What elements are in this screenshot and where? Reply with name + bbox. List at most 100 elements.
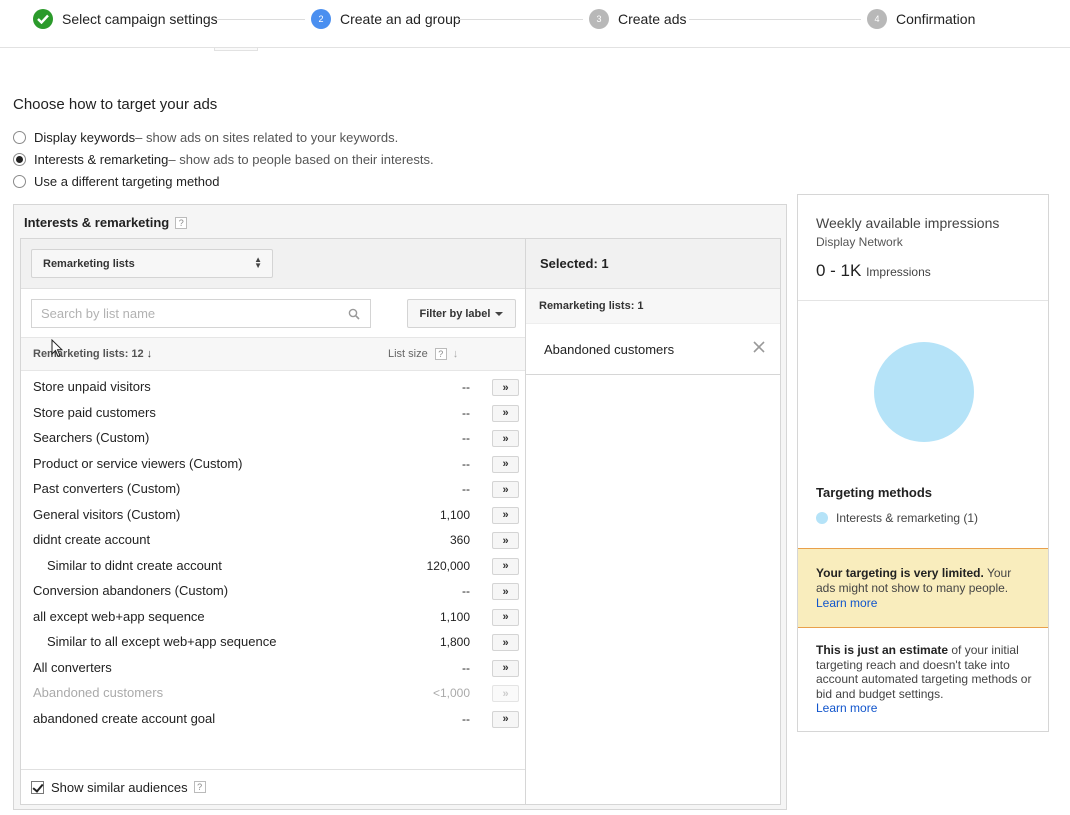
list-size: 1,100 — [439, 507, 470, 522]
limited-targeting-warning: Your targeting is very limited. Your ads… — [798, 548, 1048, 628]
list-name: All converters — [33, 659, 112, 675]
add-button[interactable]: » — [492, 506, 519, 524]
checkmark-icon — [33, 9, 53, 29]
list-row: Past converters (Custom) -- » — [21, 476, 525, 502]
step-create-ads[interactable]: 3 Create ads — [589, 9, 686, 29]
list-size: 1,800 — [439, 635, 470, 649]
list-column-header: Remarketing lists: 12 ↓ List size ? ↓ — [21, 337, 525, 371]
add-button[interactable]: » — [492, 404, 519, 422]
list-size: <1,000 — [432, 686, 470, 700]
add-button[interactable]: » — [492, 608, 519, 626]
list-size: -- — [462, 482, 470, 496]
stepper-indicator — [214, 48, 258, 51]
list-row: Store paid customers -- » — [21, 400, 525, 426]
radio-different-method[interactable]: Use a different targeting method — [13, 174, 220, 189]
category-bar: Remarketing lists ▲ ▼ — [21, 239, 525, 289]
column-size-header[interactable]: List size ? ↓ — [388, 348, 458, 360]
step-label: Select campaign settings — [62, 11, 218, 27]
list-name: all except web+app sequence — [33, 608, 205, 624]
step-create-ad-group[interactable]: 2 Create an ad group — [311, 9, 461, 29]
filter-by-label-button[interactable]: Filter by label — [407, 299, 516, 328]
add-button[interactable]: » — [492, 379, 519, 396]
impressions-title: Weekly available impressions — [816, 215, 1000, 231]
list-name: Product or service viewers (Custom) — [33, 455, 243, 471]
list-row: Similar to all except web+app sequence 1,… — [21, 629, 525, 655]
add-button[interactable]: » — [492, 455, 519, 473]
targeting-methods-title: Targeting methods — [816, 485, 933, 500]
radio-button[interactable] — [13, 153, 26, 166]
step-confirmation[interactable]: 4 Confirmation — [867, 9, 975, 29]
add-button[interactable]: » — [492, 710, 519, 728]
add-button[interactable]: » — [492, 557, 519, 575]
sort-down-icon: ↓ — [146, 348, 153, 360]
add-button[interactable]: » — [492, 634, 519, 651]
add-button[interactable]: » — [492, 430, 519, 447]
add-button[interactable]: » — [492, 583, 519, 600]
step-label: Confirmation — [896, 11, 976, 27]
list-row: General visitors (Custom) 1,100 » — [21, 502, 525, 528]
show-similar-toggle[interactable]: Show similar audiences ? — [21, 769, 525, 804]
list-name: Similar to all except web+app sequence — [47, 634, 277, 649]
radio-label: Interests & remarketing — [34, 152, 169, 167]
search-box — [31, 299, 371, 328]
list-row: abandoned create account goal -- » — [21, 706, 525, 732]
add-button[interactable]: » — [492, 659, 519, 677]
selected-count: Selected: 1 — [526, 239, 780, 289]
impressions-estimate-card: Weekly available impressions Display Net… — [797, 194, 1049, 732]
radio-button[interactable] — [13, 175, 26, 188]
note-learn-more-link[interactable]: Learn more — [816, 701, 877, 715]
list-name: General visitors (Custom) — [33, 506, 181, 522]
list-row: Product or service viewers (Custom) -- » — [21, 451, 525, 477]
list-size: 1,100 — [439, 609, 470, 624]
warning-title: Your targeting is very limited. — [816, 566, 984, 580]
close-icon[interactable] — [752, 340, 766, 354]
remarketing-list: Store unpaid visitors -- » Store paid cust… — [21, 374, 525, 731]
panel-title-text: Interests & remarketing — [24, 215, 170, 230]
impressions-range-value: 0 - 1K — [816, 261, 862, 280]
list-size: -- — [462, 380, 470, 394]
help-icon[interactable]: ? — [193, 781, 206, 793]
list-row: Similar to didnt create account 120,000 » — [21, 553, 525, 579]
list-row: Abandoned customers <1,000 » — [21, 680, 525, 706]
list-row: didnt create account 360 » — [21, 527, 525, 553]
step-number: 3 — [589, 9, 609, 29]
search-icon[interactable] — [348, 308, 360, 320]
add-button[interactable]: » — [492, 532, 519, 549]
list-name: Store paid customers — [33, 404, 156, 420]
radio-label: Display keywords — [34, 130, 136, 145]
add-button[interactable]: » — [492, 481, 519, 498]
category-select-value: Remarketing lists — [43, 257, 135, 270]
warning-learn-more-link[interactable]: Learn more — [816, 596, 877, 610]
step-connector — [689, 19, 861, 20]
list-name: didnt create account — [33, 532, 151, 547]
targeting-method-item: Interests & remarketing (1) — [816, 511, 978, 525]
impressions-unit: Impressions — [866, 265, 931, 279]
step-number: 2 — [311, 9, 331, 29]
show-similar-checkbox[interactable] — [31, 780, 44, 794]
panel-title: Interests & remarketing ? — [24, 215, 188, 230]
step-select-campaign-settings[interactable]: Select campaign settings — [33, 9, 218, 29]
radio-display-keywords[interactable]: Display keywords – show ads on sites rel… — [13, 130, 398, 145]
show-similar-label: Show similar audiences — [51, 779, 188, 795]
list-name: abandoned create account goal — [33, 710, 216, 726]
mouse-cursor-icon — [51, 339, 63, 358]
caret-down-icon — [495, 311, 504, 316]
step-label: Create ads — [618, 11, 687, 27]
selected-item-label: Abandoned customers — [544, 342, 675, 357]
radio-button[interactable] — [13, 131, 26, 144]
list-size: -- — [462, 711, 470, 726]
impressions-summary: Weekly available impressions Display Net… — [798, 195, 1048, 301]
list-row: All converters -- » — [21, 655, 525, 681]
radio-description: – show ads on sites related to your keyw… — [135, 130, 399, 145]
sort-down-icon: ↓ — [452, 348, 459, 360]
radio-interests-remarketing[interactable]: Interests & remarketing – show ads to pe… — [13, 152, 434, 167]
progress-stepper: Select campaign settings 2 Create an ad … — [0, 0, 1070, 48]
help-icon[interactable]: ? — [175, 216, 188, 229]
search-input[interactable] — [41, 306, 331, 321]
category-select[interactable]: Remarketing lists ▲ ▼ — [31, 249, 273, 278]
list-size: -- — [462, 584, 470, 598]
list-size: 120,000 — [426, 558, 470, 573]
column-name-label: Remarketing lists: 12 — [33, 348, 144, 360]
list-row: all except web+app sequence 1,100 » — [21, 604, 525, 630]
help-icon[interactable]: ? — [434, 348, 447, 360]
